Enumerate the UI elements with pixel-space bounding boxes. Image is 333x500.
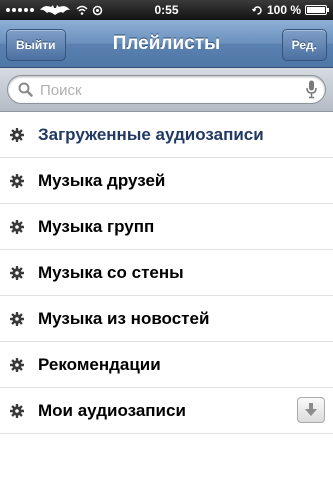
gear-icon — [10, 404, 24, 418]
playlist-item[interactable]: Музыка из новостей — [0, 296, 333, 342]
playlist-item-label: Музыка групп — [38, 217, 155, 236]
playlist-item-label: Музыка друзей — [38, 171, 166, 190]
logout-button[interactable]: Выйти — [6, 29, 66, 61]
battery-icon — [305, 5, 329, 15]
gear-icon — [10, 312, 24, 326]
playlist-item-label: Загруженные аудиозаписи — [38, 125, 264, 144]
navigation-bar: Плейлисты Выйти Ред. — [0, 20, 333, 68]
gear-icon — [10, 358, 24, 372]
status-bar: 0:55 100 % — [0, 0, 333, 20]
search-field[interactable] — [7, 75, 326, 104]
download-icon — [305, 403, 317, 416]
status-time: 0:55 — [154, 3, 179, 17]
search-bar — [0, 68, 333, 112]
playlist-item[interactable]: Рекомендации — [0, 342, 333, 388]
playlist-item-label: Музыка со стены — [38, 263, 184, 282]
playlist-item[interactable]: Музыка друзей — [0, 158, 333, 204]
playlist-item-label: Рекомендации — [38, 355, 161, 374]
search-input[interactable] — [38, 79, 292, 101]
playlist-item[interactable]: Загруженные аудиозаписи — [0, 112, 333, 158]
gear-icon — [10, 174, 24, 188]
microphone-icon[interactable] — [306, 80, 317, 99]
gear-icon — [10, 266, 24, 280]
gear-icon — [10, 128, 24, 142]
edit-button[interactable]: Ред. — [281, 29, 327, 61]
download-button[interactable] — [297, 397, 325, 423]
playlist-list: Загруженные аудиозаписи Музыка друзей Музы… — [0, 112, 333, 434]
playlist-item[interactable]: Музыка групп — [0, 204, 333, 250]
search-icon — [18, 82, 33, 97]
playlist-item-label: Музыка из новостей — [38, 309, 210, 328]
playlist-item-label: Мои аудиозаписи — [38, 401, 186, 420]
playlist-item[interactable]: Мои аудиозаписи — [0, 388, 333, 434]
gear-icon — [10, 220, 24, 234]
playlist-item[interactable]: Музыка со стены — [0, 250, 333, 296]
